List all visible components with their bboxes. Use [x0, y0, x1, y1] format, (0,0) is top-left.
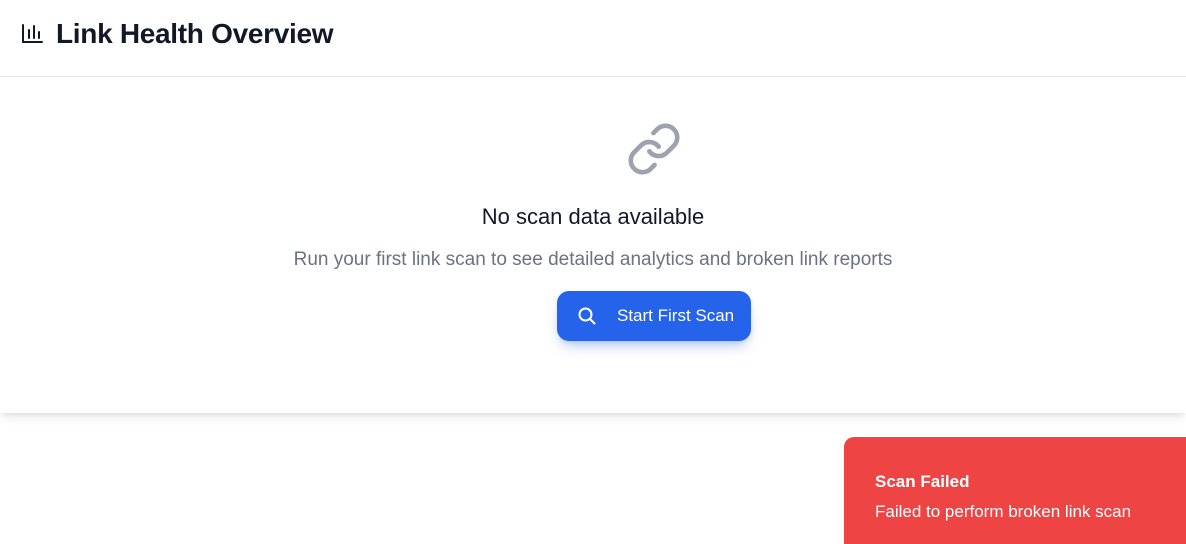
card-header: Link Health Overview: [0, 0, 1186, 77]
bar-chart-icon: [21, 22, 43, 44]
page: Link Health Overview No scan data availa…: [0, 0, 1186, 544]
empty-state-title: No scan data available: [481, 204, 705, 229]
start-first-scan-button[interactable]: Start First Scan: [557, 291, 751, 341]
link-health-card: Link Health Overview No scan data availa…: [0, 0, 1186, 413]
search-icon: [578, 307, 596, 325]
error-toast[interactable]: Scan Failed Failed to perform broken lin…: [844, 437, 1186, 544]
empty-state-description: Run your first link scan to see detailed…: [293, 249, 893, 270]
link-icon: [626, 121, 682, 177]
toast-title: Scan Failed: [875, 472, 970, 491]
toast-message: Failed to perform broken link scan: [875, 502, 1132, 521]
empty-state: No scan data available Run your first li…: [0, 78, 1186, 413]
start-first-scan-label: Start First Scan: [617, 306, 735, 325]
page-title: Link Health Overview: [56, 18, 334, 49]
